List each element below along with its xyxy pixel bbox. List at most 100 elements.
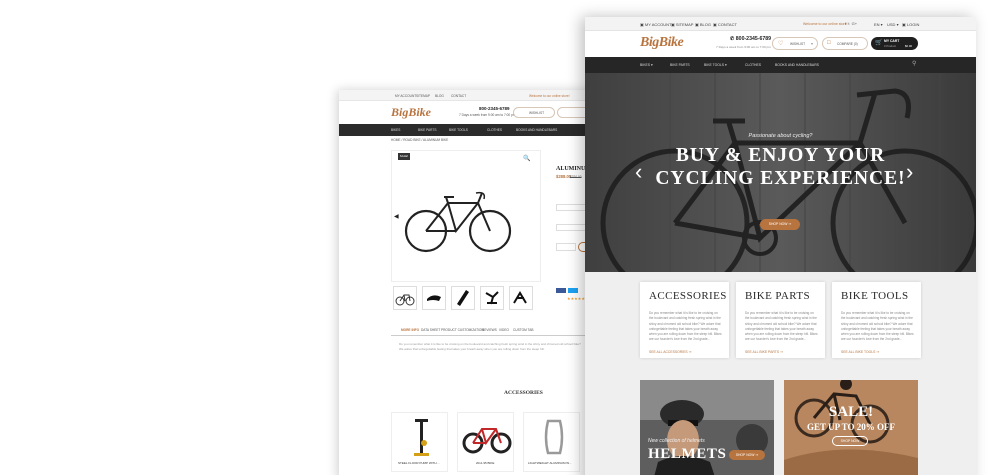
- share-twitter-button[interactable]: [568, 288, 578, 293]
- nav-item-books[interactable]: BOOKS AND HANDLEBARS: [516, 128, 557, 132]
- nav-item-books[interactable]: BOOKS AND HANDLEBARS: [775, 63, 819, 67]
- home-page-window: ▣ MY ACCOUNT ▣ SITEMAP ▣ BLOG ▣ CONTACT …: [585, 17, 976, 475]
- helmets-shop-now-button[interactable]: SHOP NOW ➞: [729, 450, 765, 460]
- top-link-blog[interactable]: BLOG: [435, 94, 444, 98]
- category-card-accessories[interactable]: ACCESSORIES Do you remember what it is l…: [640, 282, 729, 358]
- next-slide-icon[interactable]: ›: [906, 159, 913, 185]
- fat-bike-image: [462, 428, 512, 454]
- wishlist-button[interactable]: ♡ WISHLIST ▾: [772, 37, 818, 50]
- breadcrumb: HOME / ROAD BIKE / ALUMINUM BIKE: [391, 138, 449, 142]
- accessory-name-2[interactable]: 20x1.95 BIKE: [476, 461, 494, 465]
- helmets-banner[interactable]: New collection of helmets HELMETS SHOP N…: [640, 380, 774, 475]
- nav-item-clothes[interactable]: CLOTHES: [745, 63, 761, 67]
- category-link[interactable]: SEE ALL BIKE TOOLS ➞: [841, 350, 879, 354]
- thumbnail-1[interactable]: [393, 286, 417, 310]
- category-text: Do you remember what it is like to be cr…: [841, 311, 914, 342]
- category-title: ACCESSORIES: [649, 290, 727, 302]
- category-title: BIKE TOOLS: [841, 290, 909, 302]
- nav-item-bikes[interactable]: BIKES: [391, 128, 400, 132]
- floor-pump-image: [414, 419, 429, 456]
- category-card-bike-parts[interactable]: BIKE PARTS Do you remember what it is li…: [736, 282, 825, 358]
- thumbnail-2[interactable]: [422, 286, 446, 310]
- top-link-sitemap[interactable]: SITEMAP: [416, 94, 430, 98]
- category-title: BIKE PARTS: [745, 290, 810, 302]
- social-icons[interactable]: f t G+: [845, 21, 857, 26]
- phone-number: 800-2345-6789: [479, 106, 510, 111]
- compare-icon: □: [827, 40, 831, 46]
- sale-title: SALE!: [828, 404, 874, 420]
- accessory-card-3[interactable]: LIGHTWEIGHT ALUMINUM W...: [523, 412, 580, 472]
- blog-link[interactable]: ▣ BLOG: [695, 22, 711, 27]
- phone-number: ✆ 800-2345-6789: [730, 36, 771, 42]
- thumbnail-4[interactable]: [480, 286, 504, 310]
- hero-headline-line-2: CYCLING EXPERIENCE!: [655, 168, 906, 189]
- accessory-card-2[interactable]: 20x1.95 BIKE: [457, 412, 514, 472]
- accessory-name-1[interactable]: STEEL FLOOR PUMP WITH ...: [398, 461, 440, 465]
- login-link[interactable]: ▣ LOGIN: [902, 22, 919, 27]
- category-text: Do you remember what it is like to be cr…: [649, 311, 722, 342]
- tab-custom[interactable]: CUSTOM TAB: [513, 328, 534, 332]
- road-bike-image: [404, 191, 512, 253]
- zoom-icon[interactable]: 🔍: [523, 155, 530, 162]
- nav-item-clothes[interactable]: CLOTHES: [487, 128, 502, 132]
- currency-select[interactable]: USD ▾: [887, 22, 899, 27]
- tab-data-sheet[interactable]: DATA SHEET: [421, 328, 440, 332]
- sitemap-link[interactable]: ▣ SITEMAP: [671, 22, 693, 27]
- my-account-link[interactable]: ▣ MY ACCOUNT: [640, 22, 672, 27]
- category-link-label: SEE ALL BIKE TOOLS: [841, 350, 876, 354]
- thumbnail-3[interactable]: [451, 286, 475, 310]
- nav-item-bike-tools[interactable]: BIKE TOOLS: [449, 128, 468, 132]
- sale-subtitle: GET UP TO 20% OFF: [806, 422, 896, 432]
- top-link-account[interactable]: MY ACCOUNT: [395, 94, 416, 98]
- hero-slider: Passionate about cycling? BUY & ENJOY YO…: [585, 73, 976, 272]
- sale-badge: SALE!: [398, 153, 410, 160]
- nav-item-bike-parts[interactable]: BIKE PARTS: [418, 128, 436, 132]
- tab-video[interactable]: VIDEO: [499, 328, 509, 332]
- product-description: Do you remember what it is like to be cr…: [399, 342, 581, 351]
- accessory-name-3[interactable]: LIGHTWEIGHT ALUMINUM W...: [528, 461, 571, 465]
- accessory-card-1[interactable]: STEEL FLOOR PUMP WITH ...: [391, 412, 448, 472]
- bottle-cage-image: [544, 419, 564, 455]
- sale-banner[interactable]: SALE! GET UP TO 20% OFF SHOP NOW: [784, 380, 918, 475]
- quantity-input[interactable]: [556, 243, 576, 251]
- product-old-price: $320.00: [570, 175, 582, 179]
- category-link[interactable]: SEE ALL ACCESSORIES ➞: [649, 350, 692, 354]
- logo[interactable]: BigBike: [640, 35, 684, 51]
- share-facebook-button[interactable]: [556, 288, 566, 293]
- thumbnail-5[interactable]: [509, 286, 533, 310]
- product-tabs: MORE INFO DATA SHEET PRODUCT CUSTOMIZATI…: [391, 326, 591, 336]
- contact-link[interactable]: ▣ CONTACT: [713, 22, 737, 27]
- heart-icon: ♡: [778, 41, 784, 47]
- hero-shop-now-button[interactable]: SHOP NOW ➞: [760, 219, 800, 230]
- category-link[interactable]: SEE ALL BIKE PARTS ➞: [745, 350, 783, 354]
- nav-item-bikes[interactable]: BIKES ▾: [640, 63, 653, 67]
- category-text: Do you remember what it is like to be cr…: [745, 311, 818, 342]
- login-label: LOGIN: [906, 22, 920, 27]
- top-link-contact[interactable]: CONTACT: [451, 94, 466, 98]
- logo[interactable]: BigBike: [391, 105, 431, 120]
- category-card-bike-tools[interactable]: BIKE TOOLS Do you remember what it is li…: [832, 282, 921, 358]
- screenshot-stage: MY ACCOUNT SITEMAP BLOG CONTACT Welcome …: [0, 0, 1000, 475]
- tab-reviews[interactable]: REVIEWS: [482, 328, 497, 332]
- currency-label: USD: [887, 22, 896, 27]
- tab-customization[interactable]: PRODUCT CUSTOMIZATION: [441, 328, 484, 332]
- search-icon[interactable]: ⚲: [912, 60, 916, 67]
- tab-more-info[interactable]: MORE INFO: [401, 328, 419, 332]
- language-select[interactable]: EN ▾: [874, 22, 883, 27]
- phone-label: 800-2345-6789: [735, 36, 771, 42]
- helmets-subtitle: New collection of helmets: [648, 438, 705, 444]
- nav-item-bike-tools[interactable]: BIKE TOOLS ▾: [704, 63, 727, 67]
- contact-label: CONTACT: [717, 22, 737, 27]
- prev-slide-icon[interactable]: ‹: [635, 159, 642, 185]
- chevron-down-icon: ▾: [811, 41, 814, 46]
- cart-icon: 🛒: [875, 40, 883, 46]
- sale-shop-now-button[interactable]: SHOP NOW: [832, 436, 868, 446]
- wishlist-button[interactable]: WISHLIST: [513, 107, 555, 118]
- main-nav: BIKES ▾ BIKE PARTS BIKE TOOLS ▾ CLOTHES …: [585, 57, 976, 73]
- hero-headline-line-1: BUY & ENJOY YOUR: [675, 145, 886, 166]
- compare-button[interactable]: □ COMPARE (0): [822, 37, 868, 50]
- nav-item-bike-parts[interactable]: BIKE PARTS: [670, 63, 690, 67]
- cart-button[interactable]: 🛒 MY CART 0 Product $0.00: [871, 37, 918, 50]
- prev-image-icon[interactable]: ◀: [394, 213, 399, 220]
- cart-items: 0 Product: [884, 44, 896, 48]
